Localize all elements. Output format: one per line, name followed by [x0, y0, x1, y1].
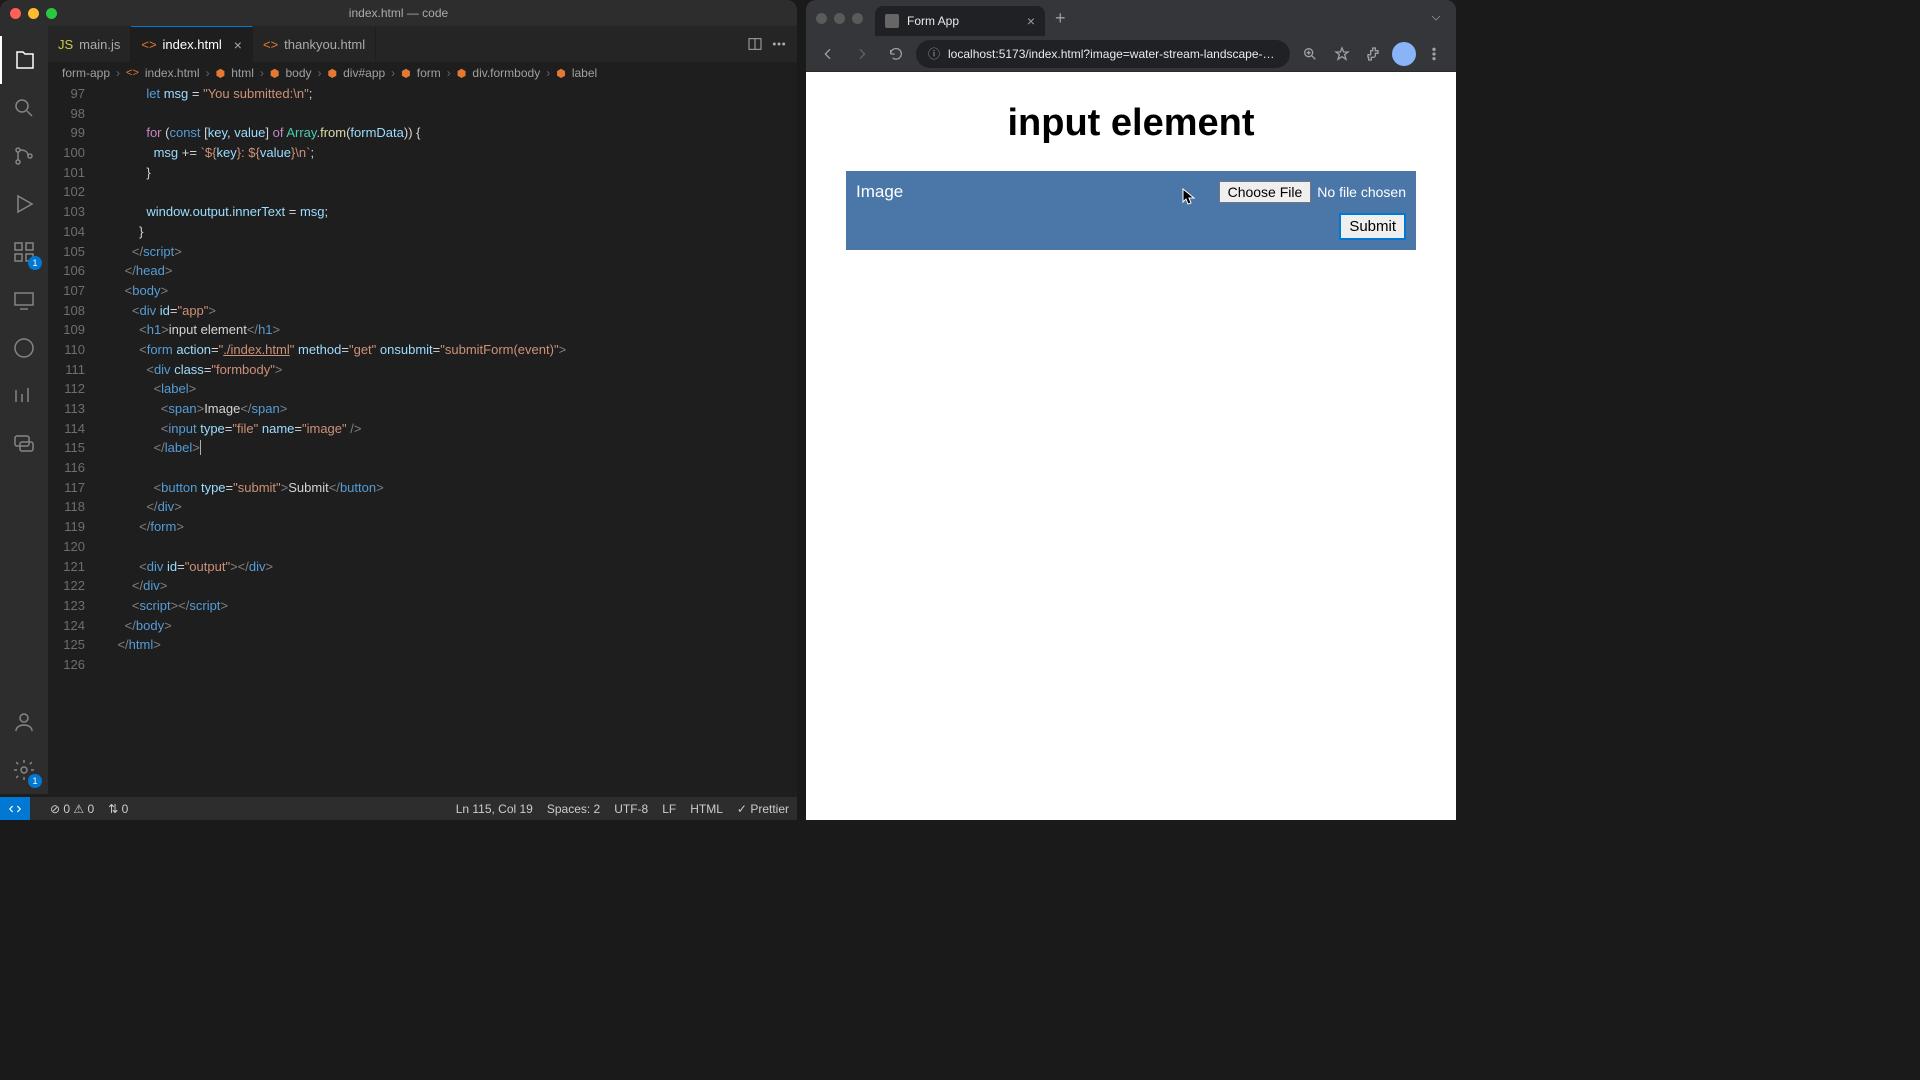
eol-status[interactable]: LF	[662, 802, 676, 816]
tab-label: index.html	[163, 37, 222, 52]
window-title: index.html — code	[349, 6, 448, 20]
new-tab-button[interactable]: +	[1045, 8, 1076, 29]
extensions-puzzle-icon[interactable]	[1360, 40, 1388, 68]
url-text: localhost:5173/index.html?image=water-st…	[948, 47, 1278, 61]
back-button[interactable]	[814, 40, 842, 68]
maximize-window-button[interactable]	[852, 13, 863, 24]
breadcrumb-item[interactable]: body	[285, 66, 311, 80]
rendered-page: input element Image Choose File No file …	[806, 72, 1456, 820]
chrome-window: Form App × + ⓘ localhost:5173/index.html…	[806, 0, 1456, 820]
gear-icon[interactable]: 1	[0, 746, 48, 794]
page-heading: input element	[846, 102, 1416, 145]
settings-badge: 1	[28, 774, 42, 788]
submit-button[interactable]: Submit	[1339, 213, 1406, 240]
close-tab-icon[interactable]: ×	[234, 37, 242, 53]
code-lines[interactable]: let msg = "You submitted:\n"; for (const…	[103, 84, 797, 794]
problems-status[interactable]: ⊘ 0 ⚠ 0	[50, 802, 94, 816]
testing-icon[interactable]	[0, 324, 48, 372]
explorer-icon[interactable]	[0, 36, 48, 84]
breadcrumb-item[interactable]: html	[231, 66, 254, 80]
breadcrumb-item[interactable]: index.html	[145, 66, 200, 80]
cursor-position[interactable]: Ln 115, Col 19	[456, 802, 533, 816]
encoding-status[interactable]: UTF-8	[614, 802, 648, 816]
breadcrumb-item[interactable]: div.formbody	[472, 66, 540, 80]
js-file-icon: JS	[58, 37, 73, 52]
activity-bar: 1 1	[0, 26, 48, 794]
search-icon[interactable]	[0, 84, 48, 132]
close-window-button[interactable]	[10, 8, 21, 19]
source-control-icon[interactable]	[0, 132, 48, 180]
tab-mainjs[interactable]: JS main.js	[48, 26, 131, 62]
remote-indicator[interactable]	[0, 797, 30, 820]
status-bar: ⊘ 0 ⚠ 0 ⇅ 0 Ln 115, Col 19 Spaces: 2 UTF…	[0, 797, 797, 820]
editor-tabs: JS main.js <> index.html × <> thankyou.html	[48, 26, 797, 62]
chevron-down-icon[interactable]	[1428, 10, 1456, 26]
extensions-icon[interactable]: 1	[0, 228, 48, 276]
tab-title: Form App	[907, 14, 959, 28]
formatter-status[interactable]: ✓ Prettier	[737, 802, 789, 816]
titlebar: index.html — code	[0, 0, 797, 26]
choose-file-button[interactable]: Choose File	[1219, 181, 1312, 203]
favicon	[885, 14, 899, 28]
language-status[interactable]: HTML	[690, 802, 723, 816]
address-bar[interactable]: ⓘ localhost:5173/index.html?image=water-…	[916, 40, 1290, 68]
breadcrumb-item[interactable]: div#app	[343, 66, 385, 80]
comments-icon[interactable]	[0, 420, 48, 468]
minimize-window-button[interactable]	[28, 8, 39, 19]
split-editor-icon[interactable]	[747, 36, 763, 52]
minimize-window-button[interactable]	[834, 13, 845, 24]
chrome-toolbar: ⓘ localhost:5173/index.html?image=water-…	[806, 36, 1456, 72]
file-status-text: No file chosen	[1317, 184, 1406, 200]
tab-indexhtml[interactable]: <> index.html ×	[131, 26, 253, 62]
breadcrumb-item[interactable]: label	[572, 66, 597, 80]
forward-button[interactable]	[848, 40, 876, 68]
extensions-badge: 1	[28, 256, 42, 270]
breadcrumb-item[interactable]: form-app	[62, 66, 110, 80]
chrome-menu-icon[interactable]	[1420, 40, 1448, 68]
close-window-button[interactable]	[816, 13, 827, 24]
account-icon[interactable]	[0, 698, 48, 746]
timeline-icon[interactable]	[0, 372, 48, 420]
more-actions-icon[interactable]	[771, 36, 787, 52]
field-label: Image	[856, 182, 903, 202]
tab-label: main.js	[79, 37, 120, 52]
tab-thankyouhtml[interactable]: <> thankyou.html	[253, 26, 376, 62]
html-file-icon: <>	[141, 37, 156, 52]
indent-status[interactable]: Spaces: 2	[547, 802, 600, 816]
profile-avatar[interactable]	[1392, 42, 1416, 66]
ports-status[interactable]: ⇅ 0	[108, 802, 128, 816]
breadcrumb-item[interactable]: form	[417, 66, 441, 80]
code-editor[interactable]: 9798991001011021031041051061071081091101…	[48, 84, 797, 794]
vscode-window: index.html — code 1 1 JS main.js <> index.…	[0, 0, 797, 820]
line-numbers: 9798991001011021031041051061071081091101…	[48, 84, 103, 794]
chrome-tabstrip: Form App × +	[806, 0, 1456, 36]
html-file-icon: <>	[263, 37, 278, 52]
zoom-icon[interactable]	[1296, 40, 1324, 68]
breadcrumb[interactable]: form-app› <>index.html› ⬢html› ⬢body› ⬢d…	[48, 62, 797, 84]
form-body: Image Choose File No file chosen Submit	[846, 171, 1416, 250]
tab-label: thankyou.html	[284, 37, 365, 52]
site-info-icon[interactable]: ⓘ	[928, 45, 940, 62]
browser-tab[interactable]: Form App ×	[875, 6, 1045, 36]
remote-icon[interactable]	[0, 276, 48, 324]
run-debug-icon[interactable]	[0, 180, 48, 228]
bookmark-icon[interactable]	[1328, 40, 1356, 68]
reload-button[interactable]	[882, 40, 910, 68]
maximize-window-button[interactable]	[46, 8, 57, 19]
close-tab-icon[interactable]: ×	[1027, 13, 1035, 29]
image-label-row: Image Choose File No file chosen	[856, 181, 1406, 203]
